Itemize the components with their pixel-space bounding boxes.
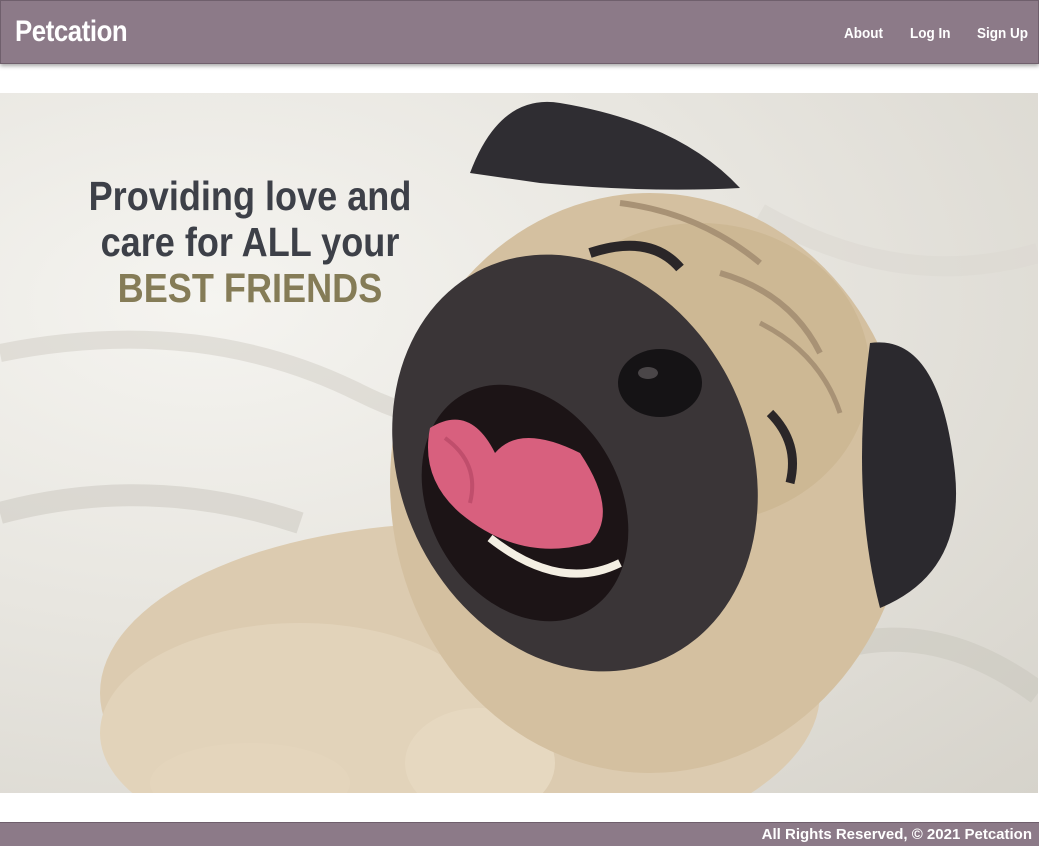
hero-headline-line1: Providing love and: [88, 173, 412, 219]
footer-copyright: All Rights Reserved, © 2021 Petcation: [761, 826, 1032, 843]
hero-headline-accent: BEST FRIENDS: [117, 265, 383, 311]
page-footer: All Rights Reserved, © 2021 Petcation: [0, 822, 1039, 846]
hero-banner: Providing love and care for ALL your BES…: [0, 93, 1038, 793]
nav-link-log-in[interactable]: Log In: [910, 25, 951, 42]
brand-logo-link[interactable]: Petcation: [15, 15, 128, 49]
top-navbar: Petcation About Log In Sign Up: [0, 0, 1039, 64]
nav-link-about[interactable]: About: [844, 25, 883, 42]
hero-headline-line2: care for ALL your: [100, 219, 400, 265]
hero-headline: Providing love and care for ALL your BES…: [83, 173, 417, 311]
nav-link-sign-up[interactable]: Sign Up: [977, 25, 1028, 42]
